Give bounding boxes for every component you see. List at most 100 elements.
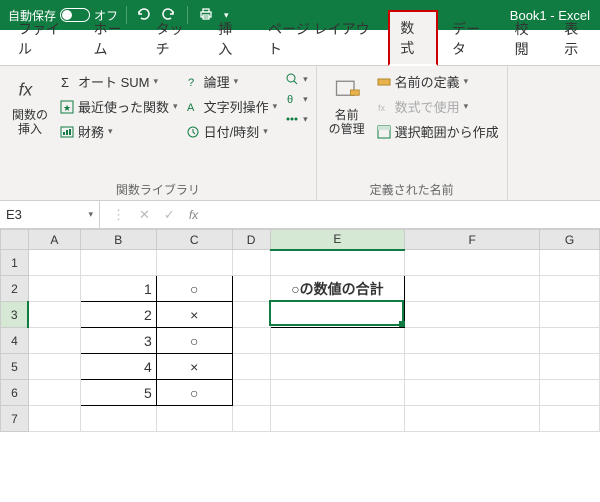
cell-C3[interactable]: ×	[156, 302, 232, 328]
cell-B2[interactable]: 1	[80, 276, 156, 302]
col-header-B[interactable]: B	[80, 230, 156, 250]
define-name-button[interactable]: 名前の定義▾	[377, 72, 499, 91]
name-box-value: E3	[6, 207, 22, 222]
cell-G4[interactable]	[540, 328, 600, 354]
text-button[interactable]: A文字列操作▾	[186, 97, 278, 116]
ribbon-tabs: ファイルホームタッチ挿入ページ レイアウト数式データ校閲表示	[0, 30, 600, 66]
create-from-selection-button[interactable]: 選択範囲から作成	[377, 122, 499, 141]
row-header-2[interactable]: 2	[1, 276, 29, 302]
more-functions-button[interactable]: ▾	[285, 112, 308, 126]
use-in-formula-label: 数式で使用	[395, 97, 460, 116]
tab-タッチ[interactable]: タッチ	[146, 13, 205, 65]
cell-D5[interactable]	[232, 354, 270, 380]
cell-G5[interactable]	[540, 354, 600, 380]
cell-G3[interactable]	[540, 302, 600, 328]
col-header-D[interactable]: D	[232, 230, 270, 250]
row-header-7[interactable]: 7	[1, 406, 29, 432]
row-header-1[interactable]: 1	[1, 250, 29, 276]
cell-F3[interactable]	[405, 302, 540, 328]
cell-D2[interactable]	[232, 276, 270, 302]
cell-E4[interactable]	[270, 328, 405, 354]
dots-icon[interactable]: ⋮	[112, 207, 125, 223]
toggle-icon	[60, 8, 90, 22]
cell-D1[interactable]	[232, 250, 270, 276]
cell-C7[interactable]	[156, 406, 232, 432]
cell-A3[interactable]	[28, 302, 80, 328]
col-header-C[interactable]: C	[156, 230, 232, 250]
cell-E5[interactable]	[270, 354, 405, 380]
fx-label[interactable]: fx	[189, 208, 198, 222]
autosum-button[interactable]: Σオート SUM▾	[60, 72, 178, 91]
cell-E3[interactable]	[270, 302, 405, 328]
cell-E7[interactable]	[270, 406, 405, 432]
col-header-G[interactable]: G	[540, 230, 600, 250]
cell-E2[interactable]: ○の数値の合計	[270, 276, 405, 302]
cell-F7[interactable]	[405, 406, 540, 432]
cell-B1[interactable]	[80, 250, 156, 276]
lookup-ref-button[interactable]: ▾	[285, 72, 308, 86]
cell-F4[interactable]	[405, 328, 540, 354]
cell-A2[interactable]	[28, 276, 80, 302]
cell-D7[interactable]	[232, 406, 270, 432]
tab-表示[interactable]: 表示	[554, 13, 600, 65]
cell-F2[interactable]	[405, 276, 540, 302]
math-trig-button[interactable]: θ▾	[285, 92, 308, 106]
cell-C6[interactable]: ○	[156, 380, 232, 406]
name-box[interactable]: E3 ▾	[0, 201, 100, 228]
group-function-library: fx 関数の 挿入 Σオート SUM▾ ★最近使った関数▾ 財務▾ ?論理▾ A…	[0, 66, 317, 200]
row-header-4[interactable]: 4	[1, 328, 29, 354]
cell-B7[interactable]	[80, 406, 156, 432]
cell-E1[interactable]	[270, 250, 405, 276]
worksheet[interactable]: ABCDEFG121○○の数値の合計32×43○54×65○7	[0, 229, 600, 432]
cell-A1[interactable]	[28, 250, 80, 276]
cell-A7[interactable]	[28, 406, 80, 432]
row-header-5[interactable]: 5	[1, 354, 29, 380]
datetime-button[interactable]: 日付/時刻▾	[186, 122, 278, 141]
cell-B4[interactable]: 3	[80, 328, 156, 354]
tab-ページ レイアウト[interactable]: ページ レイアウト	[258, 13, 384, 65]
cell-F1[interactable]	[405, 250, 540, 276]
tab-ホーム[interactable]: ホーム	[83, 13, 141, 65]
name-manager-button[interactable]: 名前 の管理	[325, 72, 369, 141]
col-header-E[interactable]: E	[270, 230, 405, 250]
cell-D3[interactable]	[232, 302, 270, 328]
cell-B3[interactable]: 2	[80, 302, 156, 328]
cell-A6[interactable]	[28, 380, 80, 406]
recent-label: 最近使った関数	[78, 97, 169, 116]
cell-G6[interactable]	[540, 380, 600, 406]
row-header-3[interactable]: 3	[1, 302, 29, 328]
cell-C2[interactable]: ○	[156, 276, 232, 302]
cell-A4[interactable]	[28, 328, 80, 354]
cell-F6[interactable]	[405, 380, 540, 406]
cell-A5[interactable]	[28, 354, 80, 380]
cell-C5[interactable]: ×	[156, 354, 232, 380]
chevron-down-icon[interactable]: ▾	[88, 209, 93, 220]
recent-functions-button[interactable]: ★最近使った関数▾	[60, 97, 178, 116]
tab-校閲[interactable]: 校閲	[505, 13, 551, 65]
svg-text:Σ: Σ	[61, 75, 69, 89]
cell-F5[interactable]	[405, 354, 540, 380]
insert-function-button[interactable]: fx 関数の 挿入	[8, 72, 52, 141]
enter-icon[interactable]: ✓	[164, 207, 175, 223]
col-header-A[interactable]: A	[28, 230, 80, 250]
formula-bar-row: E3 ▾ ⋮ ✕ ✓ fx	[0, 201, 600, 229]
financial-button[interactable]: 財務▾	[60, 122, 178, 141]
cell-E6[interactable]	[270, 380, 405, 406]
group-title-library: 関数ライブラリ	[8, 177, 308, 198]
cell-D6[interactable]	[232, 380, 270, 406]
cell-G2[interactable]	[540, 276, 600, 302]
tab-数式[interactable]: 数式	[388, 10, 438, 66]
tab-挿入[interactable]: 挿入	[208, 13, 254, 65]
cell-C1[interactable]	[156, 250, 232, 276]
tab-データ[interactable]: データ	[442, 13, 501, 65]
logical-button[interactable]: ?論理▾	[186, 72, 278, 91]
col-header-F[interactable]: F	[405, 230, 540, 250]
cell-G1[interactable]	[540, 250, 600, 276]
cell-B6[interactable]: 5	[80, 380, 156, 406]
cell-D4[interactable]	[232, 328, 270, 354]
cancel-icon[interactable]: ✕	[139, 207, 150, 223]
cell-G7[interactable]	[540, 406, 600, 432]
row-header-6[interactable]: 6	[1, 380, 29, 406]
cell-B5[interactable]: 4	[80, 354, 156, 380]
cell-C4[interactable]: ○	[156, 328, 232, 354]
